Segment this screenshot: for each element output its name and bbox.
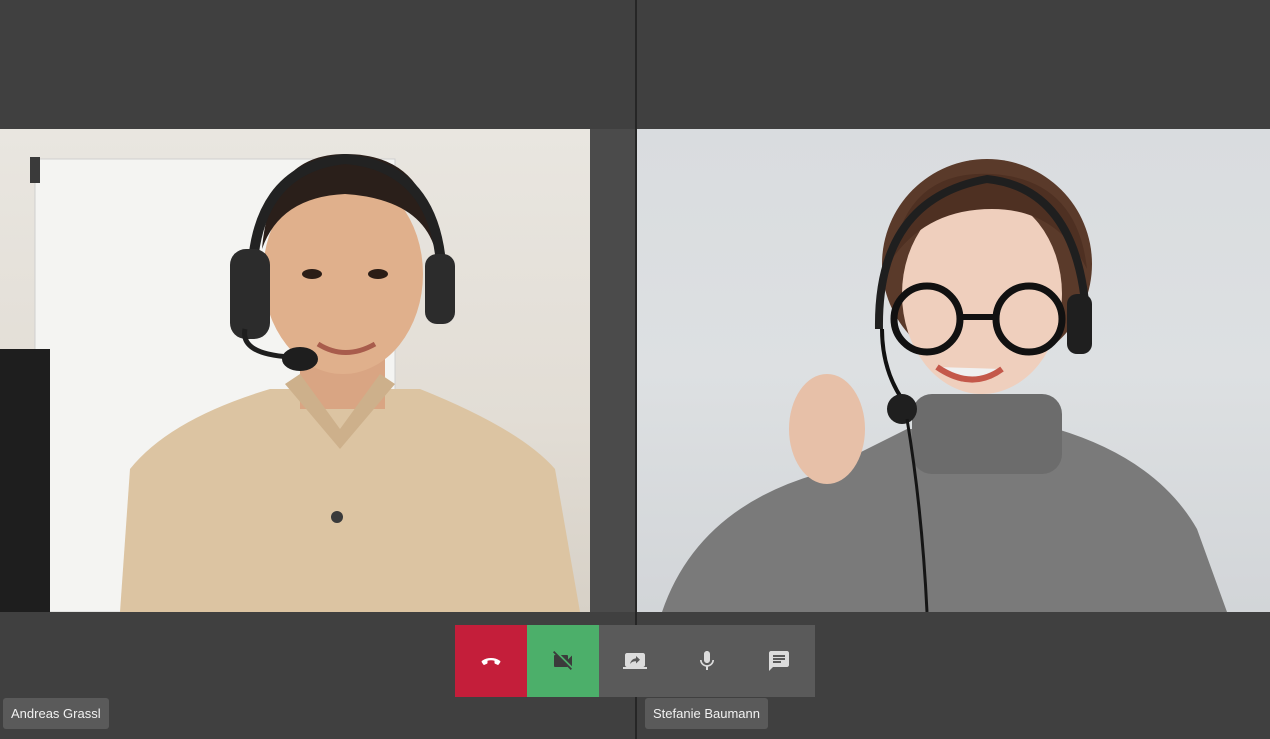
microphone-icon [700, 651, 714, 670]
participant-name-tag: Stefanie Baumann [645, 698, 768, 729]
chat-button[interactable] [743, 625, 815, 697]
video-feed-stefanie-illustration [662, 159, 1227, 612]
video-feed-image [0, 129, 635, 612]
call-control-bar [455, 625, 815, 697]
video-toggle-button[interactable] [527, 625, 599, 697]
screen-share-button[interactable] [599, 625, 671, 697]
microphone-button[interactable] [671, 625, 743, 697]
chat-icon [769, 651, 789, 671]
hang-up-button[interactable] [455, 625, 527, 697]
participant-video-andreas [0, 129, 635, 612]
participant-name-tag: Andreas Grassl [3, 698, 109, 729]
screen-share-icon [623, 653, 647, 669]
video-off-icon [553, 651, 572, 670]
participant-video-stefanie [637, 129, 1270, 612]
video-feed-image [637, 129, 1270, 612]
phone-hangup-icon [481, 658, 501, 665]
video-feed-andreas-illustration [0, 129, 635, 612]
